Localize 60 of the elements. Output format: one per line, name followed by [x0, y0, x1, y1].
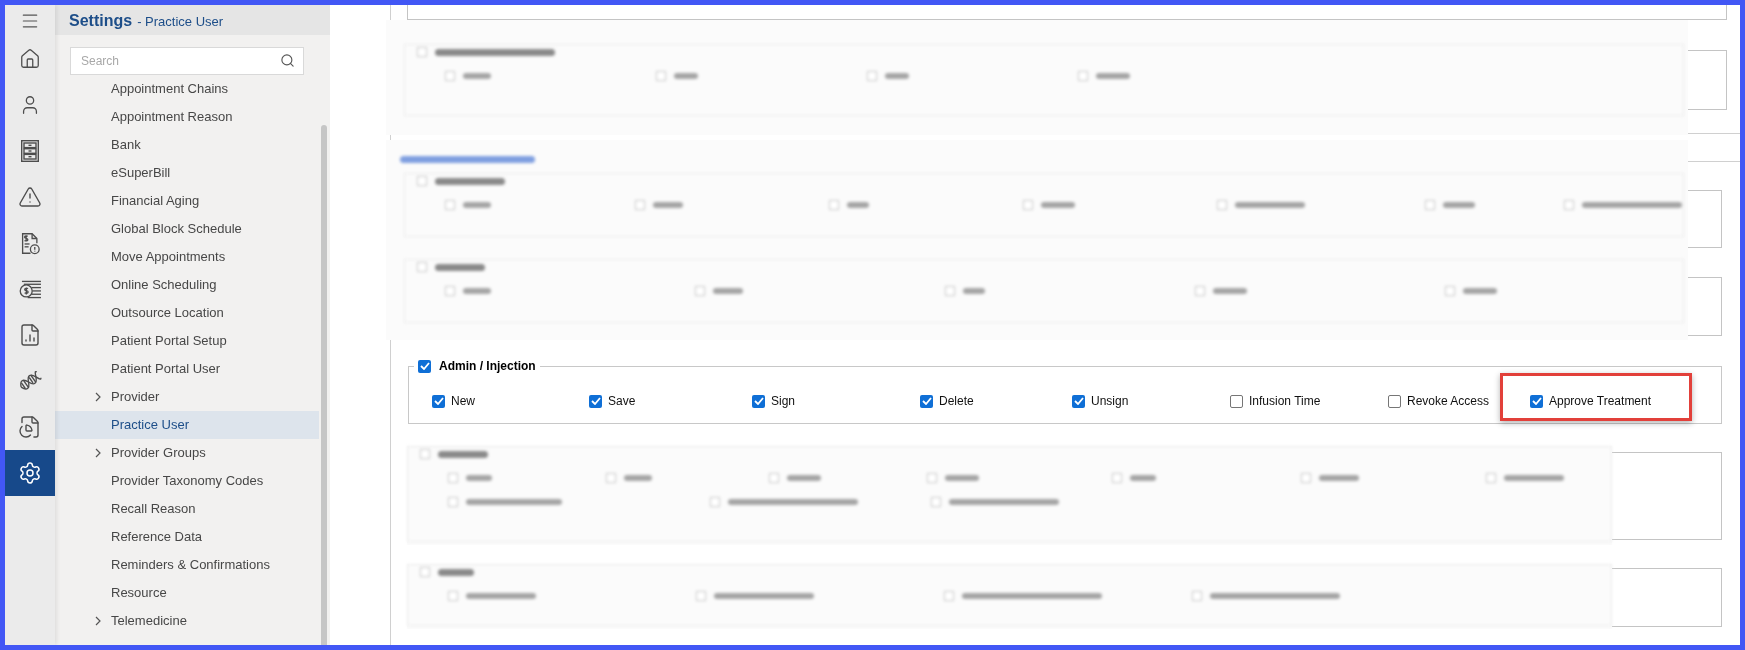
dollar-document-icon [20, 231, 40, 255]
check-icon [419, 362, 430, 370]
settings-menu-item[interactable]: Appointment Reason [55, 103, 319, 131]
checkbox[interactable] [920, 394, 933, 408]
settings-menu-item[interactable]: Provider [55, 383, 319, 411]
check-icon [753, 397, 764, 405]
permission-label: Approve Treatment [1549, 393, 1652, 410]
pie-chart-document-icon [18, 415, 42, 439]
permission-label: Save [608, 393, 636, 410]
check-icon [1073, 397, 1084, 405]
checkbox[interactable] [752, 394, 765, 408]
coin-banknotes-icon [18, 279, 42, 299]
settings-menu-item[interactable]: Appointment Chains [55, 75, 319, 103]
settings-menu-item[interactable]: Patient Portal Setup [55, 327, 319, 355]
panel-subtitle: - Practice User [137, 13, 224, 31]
settings-menu-item[interactable]: Provider Groups [55, 439, 319, 467]
warning-icon [18, 185, 42, 209]
checkbox[interactable] [1530, 394, 1543, 408]
settings-menu-item[interactable]: Resource [55, 579, 319, 607]
permission-label: Revoke Access [1407, 393, 1490, 410]
settings-menu-item[interactable]: eSuperBill [55, 159, 319, 187]
checkbox[interactable] [418, 359, 431, 373]
check-icon [921, 397, 932, 405]
permission-label: Sign [771, 393, 796, 410]
group-label: Admin / Injection [439, 358, 536, 375]
settings-menu-item[interactable]: Outsource Location [55, 299, 319, 327]
dna-icon [18, 369, 42, 393]
home-icon [19, 48, 41, 70]
permission-label: Delete [939, 393, 974, 410]
check-icon [590, 397, 601, 405]
panel-title: Settings [69, 11, 133, 31]
settings-menu-item[interactable]: Reminders & Confirmations [55, 551, 319, 579]
settings-icon [18, 461, 42, 485]
checkbox[interactable] [1388, 394, 1401, 408]
settings-menu-item[interactable]: Provider Taxonomy Codes [55, 467, 319, 495]
settings-menu-item[interactable]: Online Scheduling [55, 271, 319, 299]
settings-menu-item[interactable]: Patient Portal User [55, 355, 319, 383]
settings-menu-item[interactable]: Telemedicine [55, 607, 319, 635]
settings-menu-item[interactable]: Practice User [55, 411, 319, 439]
scrollbar-thumb[interactable] [321, 125, 327, 645]
settings-menu-item[interactable]: Move Appointments [55, 243, 319, 271]
settings-button[interactable] [5, 450, 55, 496]
settings-menu-item[interactable]: Global Block Schedule [55, 215, 319, 243]
drawers-icon [21, 140, 39, 162]
checkbox[interactable] [1072, 394, 1085, 408]
permission-label: New [451, 393, 475, 410]
chart-document-icon [18, 323, 42, 347]
search-field[interactable]: Search [70, 47, 304, 75]
settings-menu-item[interactable]: Reference Data [55, 523, 319, 551]
check-icon [1531, 397, 1542, 405]
settings-menu-item[interactable]: Financial Aging [55, 187, 319, 215]
permission-label: Unsign [1091, 393, 1129, 410]
settings-menu-item[interactable]: Bank [55, 131, 319, 159]
checkbox[interactable] [432, 394, 445, 408]
permission-label: Infusion Time [1249, 393, 1321, 410]
check-icon [433, 397, 444, 405]
settings-menu-item[interactable]: Recall Reason [55, 495, 319, 523]
checkbox[interactable] [589, 394, 602, 408]
search-icon [280, 53, 295, 68]
checkbox[interactable] [1230, 394, 1243, 408]
